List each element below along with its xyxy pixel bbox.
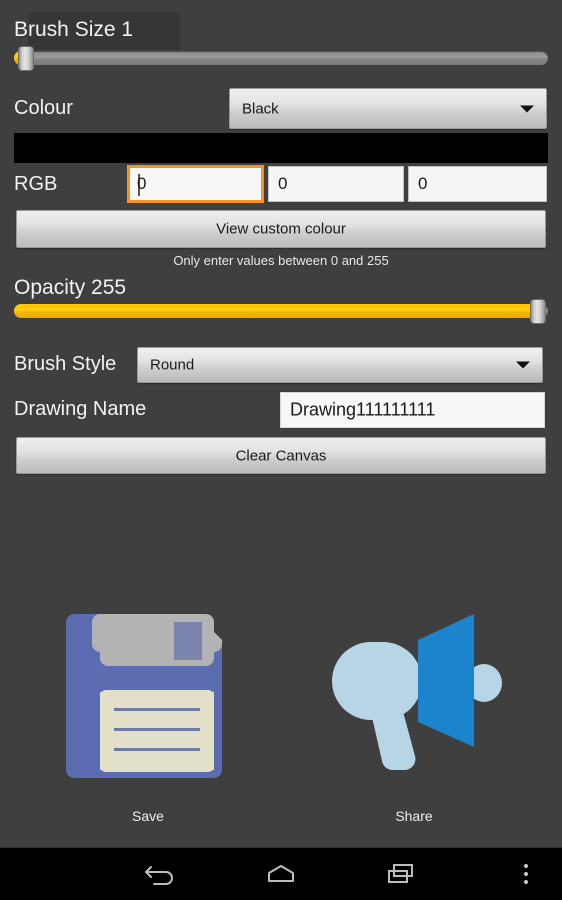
clear-canvas-button[interactable]: Clear Canvas	[16, 437, 546, 474]
brush-style-label: Brush Style	[14, 353, 117, 375]
colour-dropdown-value: Black	[242, 100, 279, 117]
rgb-blue-input[interactable]: 0	[408, 166, 547, 202]
colour-preview-swatch	[14, 133, 548, 163]
rgb-red-input[interactable]: 0	[127, 165, 264, 203]
back-icon[interactable]	[126, 848, 196, 900]
rgb-blue-value: 0	[418, 174, 428, 193]
rgb-green-value: 0	[278, 174, 288, 193]
brush-size-label: Brush Size 1	[14, 18, 134, 41]
opacity-slider-thumb[interactable]	[530, 299, 546, 324]
brush-style-dropdown[interactable]: Round	[137, 347, 543, 383]
floppy-disk-icon	[48, 592, 248, 802]
rgb-red-value: 0	[137, 174, 147, 193]
clear-canvas-button-label: Clear Canvas	[235, 447, 327, 464]
brush-size-slider-track[interactable]	[14, 51, 548, 65]
opacity-slider[interactable]	[14, 298, 548, 324]
opacity-slider-fill	[14, 304, 542, 318]
share-button[interactable]: Share	[314, 592, 514, 824]
overflow-dots	[524, 864, 528, 884]
brush-size-slider[interactable]	[14, 45, 548, 71]
colour-label: Colour	[14, 97, 73, 119]
rgb-green-input[interactable]: 0	[268, 166, 404, 202]
drawing-name-value: Drawing111111111	[290, 399, 436, 420]
drawing-app-settings-screen: Brush Size 1 Colour Black RGB 0 0 0 View…	[0, 0, 562, 900]
recents-icon[interactable]	[366, 848, 436, 900]
save-button[interactable]: Save	[48, 592, 248, 824]
colour-dropdown[interactable]: Black	[229, 88, 547, 129]
chevron-down-icon	[516, 361, 530, 369]
brush-style-dropdown-value: Round	[150, 356, 195, 374]
share-button-label: Share	[395, 808, 433, 824]
megaphone-icon	[314, 592, 514, 802]
view-custom-colour-button-label: View custom colour	[216, 220, 346, 238]
chevron-down-icon	[520, 105, 534, 112]
drawing-name-input[interactable]: Drawing111111111	[280, 392, 545, 428]
overflow-menu-icon[interactable]	[506, 848, 546, 900]
brush-size-slider-thumb[interactable]	[18, 46, 34, 71]
rgb-range-hint: Only enter values between 0 and 255	[173, 253, 389, 268]
rgb-label: RGB	[14, 173, 58, 195]
android-navigation-bar	[0, 847, 562, 900]
home-icon[interactable]	[246, 848, 316, 900]
view-custom-colour-button[interactable]: View custom colour	[16, 210, 546, 248]
save-button-label: Save	[132, 808, 164, 824]
opacity-label: Opacity 255	[14, 276, 127, 299]
drawing-name-label: Drawing Name	[14, 398, 147, 420]
